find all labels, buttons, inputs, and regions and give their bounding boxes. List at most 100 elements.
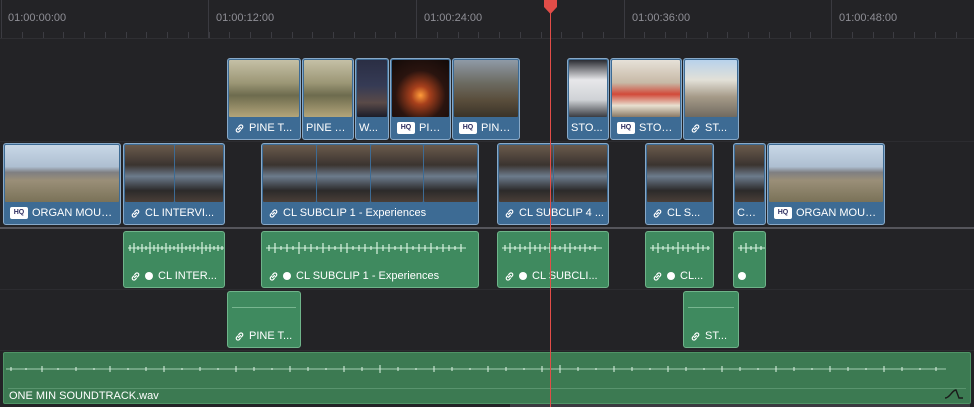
ruler-minor-tick xyxy=(707,32,708,38)
clip-name: CL SUBCLI... xyxy=(532,270,598,282)
video-clip[interactable]: HQ PIN... xyxy=(390,58,451,140)
ruler-minor-tick xyxy=(873,32,874,38)
ruler-timecode: 01:00:36:00 xyxy=(632,12,691,24)
video-clip[interactable]: W... xyxy=(355,58,389,140)
ruler-minor-tick xyxy=(582,32,583,38)
playhead[interactable] xyxy=(550,0,551,407)
clip-name: W... xyxy=(359,122,378,134)
ruler-minor-tick xyxy=(603,32,604,38)
video-clip[interactable]: HQ ORGAN MOUN... xyxy=(767,143,885,225)
video-clip[interactable]: STO... xyxy=(567,58,609,140)
ruler-minor-tick xyxy=(292,32,293,38)
audio-clip[interactable]: CL SUBCLIP 1 - Experiences xyxy=(261,231,479,288)
video-track-2[interactable]: PINE T... PINE T... W... HQ PIN... HQ PINA… xyxy=(0,58,974,140)
audio-clip[interactable]: ST... xyxy=(683,291,739,348)
clip-thumbnail xyxy=(316,145,370,202)
ruler-minor-tick xyxy=(22,32,23,38)
clip-name: CL SUBCLIP 1 - Experiences xyxy=(283,207,427,219)
video-clip[interactable]: HQ PINA ... xyxy=(452,58,520,140)
link-icon xyxy=(130,271,141,282)
fade-curve-icon[interactable] xyxy=(944,388,964,400)
playhead-marker[interactable] xyxy=(543,0,558,14)
ruler-minor-tick xyxy=(914,32,915,38)
ruler-minor-tick xyxy=(935,32,936,38)
ruler-minor-tick xyxy=(375,32,376,38)
video-clip[interactable]: HQ ORGAN MOUN... xyxy=(3,143,121,225)
ruler-timecode: 01:00:00:00 xyxy=(8,12,67,24)
audio-clip[interactable]: CL... xyxy=(645,231,714,288)
video-clip[interactable]: HQ STOR... xyxy=(610,58,682,140)
record-dot-icon xyxy=(667,272,675,280)
timecode-ruler[interactable]: 01:00:00:00 01:00:12:00 01:00:24:00 01:0… xyxy=(0,0,974,39)
clip-name: PIN... xyxy=(419,122,446,134)
audio-clip[interactable] xyxy=(733,231,766,288)
hq-icon: HQ xyxy=(774,207,792,219)
ruler-minor-tick xyxy=(354,32,355,38)
clip-name: CL INTERVI... xyxy=(145,207,215,219)
record-dot-icon xyxy=(519,272,527,280)
hq-icon: HQ xyxy=(459,122,477,134)
video-clip[interactable]: CL SUBCLIP 4 ... xyxy=(497,143,609,225)
video-track-1[interactable]: HQ ORGAN MOUN... CL INTERVI... CL SUBCLIP… xyxy=(0,143,974,225)
ruler-minor-tick xyxy=(748,32,749,38)
ruler-minor-tick xyxy=(167,32,168,38)
clip-thumbnail xyxy=(392,60,449,117)
video-clip[interactable]: PINE T... xyxy=(302,58,354,140)
ruler-minor-tick xyxy=(271,32,272,38)
clip-thumbnail xyxy=(647,145,712,202)
clip-thumbnail xyxy=(263,145,316,202)
clip-thumbnail xyxy=(735,145,764,202)
video-clip[interactable]: PINE T... xyxy=(227,58,301,140)
ruler-minor-tick xyxy=(790,32,791,38)
ruler-minor-tick xyxy=(84,32,85,38)
clip-name: ONE MIN SOUNDTRACK.wav xyxy=(9,390,159,402)
ruler-minor-tick xyxy=(541,32,542,38)
video-clip[interactable]: CL SUBCLIP 1 - Experiences xyxy=(261,143,479,225)
audio-clip[interactable]: CL SUBCLI... xyxy=(497,231,609,288)
timeline-panel[interactable]: 01:00:00:00 01:00:12:00 01:00:24:00 01:0… xyxy=(0,0,974,407)
music-clip[interactable]: ONE MIN SOUNDTRACK.wav xyxy=(3,352,971,404)
ruler-minor-tick xyxy=(644,32,645,38)
ruler-minor-tick xyxy=(893,32,894,38)
ruler-minor-tick xyxy=(43,32,44,38)
ruler-minor-tick xyxy=(458,32,459,38)
audio-track-2[interactable]: PINE T... ST... xyxy=(0,291,974,348)
record-dot-icon xyxy=(738,272,746,280)
ruler-minor-tick xyxy=(810,32,811,38)
clip-name: STO... xyxy=(571,122,603,134)
ruler-minor-tick xyxy=(769,32,770,38)
ruler-minor-tick xyxy=(665,32,666,38)
clip-thumbnail xyxy=(5,145,119,202)
clip-name: PINE T... xyxy=(249,122,293,134)
video-clip[interactable]: CL S... xyxy=(645,143,714,225)
ruler-minor-tick xyxy=(956,32,957,38)
ruler-timecode: 01:00:24:00 xyxy=(424,12,483,24)
audio-waveform xyxy=(502,242,602,254)
record-dot-icon xyxy=(145,272,153,280)
ruler-minor-tick xyxy=(229,32,230,38)
audio-track-1[interactable]: CL INTER... CL SUBCLIP 1 - Experiences C… xyxy=(0,231,974,288)
ruler-minor-tick xyxy=(250,32,251,38)
ruler-timecode: 01:00:48:00 xyxy=(839,12,898,24)
clip-name: PINE T... xyxy=(249,330,293,342)
clip-name: PINA ... xyxy=(481,122,515,134)
video-clip[interactable]: CL INTERVI... xyxy=(123,143,225,225)
ruler-minor-tick xyxy=(146,32,147,38)
link-icon xyxy=(690,331,701,342)
clip-thumbnail xyxy=(125,145,174,202)
video-clip[interactable]: CL ... xyxy=(733,143,766,225)
video-audio-divider xyxy=(0,227,974,229)
video-clip[interactable]: ST... xyxy=(683,58,739,140)
ruler-minor-tick xyxy=(499,32,500,38)
link-icon xyxy=(504,271,515,282)
track-divider xyxy=(0,141,974,142)
audio-clip[interactable]: CL INTER... xyxy=(123,231,225,288)
clip-thumbnail xyxy=(174,145,223,202)
clip-name: CL ... xyxy=(737,207,761,219)
clip-name: STOR... xyxy=(639,122,677,134)
audio-waveform xyxy=(128,242,224,254)
ruler-minor-tick xyxy=(852,32,853,38)
audio-clip[interactable]: PINE T... xyxy=(227,291,301,348)
clip-thumbnail xyxy=(569,60,607,117)
clip-name: CL SUBCLIP 4 ... xyxy=(519,207,604,219)
